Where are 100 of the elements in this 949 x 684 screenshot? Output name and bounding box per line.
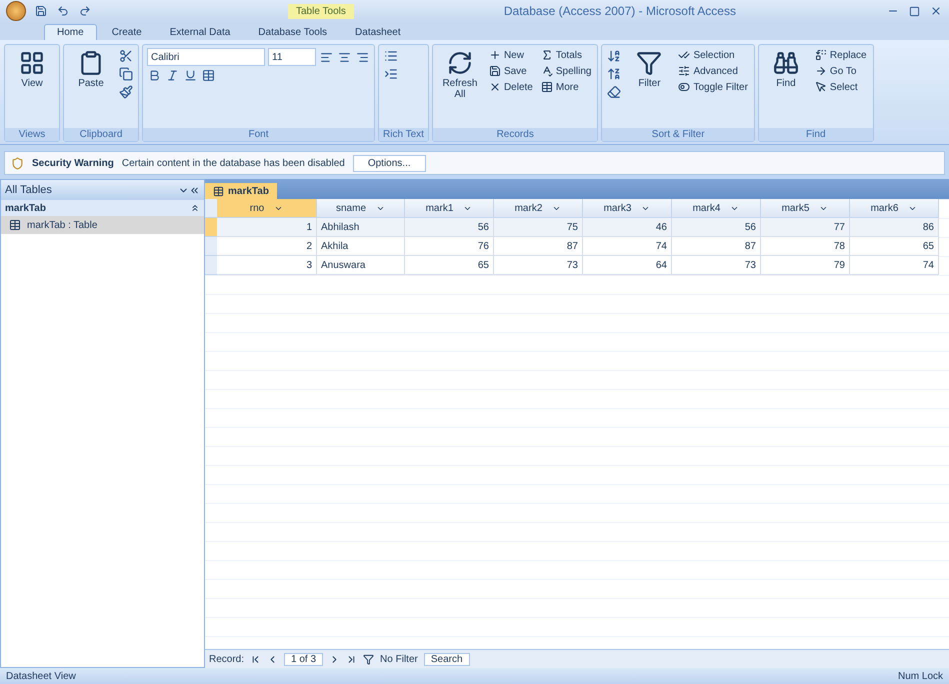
undo-button[interactable] [56, 4, 70, 18]
font-field[interactable]: Calibri [147, 48, 265, 66]
table-cell: 78 [761, 237, 850, 256]
table-cell: 73 [494, 256, 583, 275]
font-size-field[interactable]: 11 [268, 48, 316, 66]
collapse-icon[interactable] [190, 203, 200, 213]
ribbon-tab[interactable]: Create [98, 24, 155, 40]
group-label: Clipboard [64, 128, 138, 141]
group-label: Find [758, 128, 873, 141]
ribbon-button[interactable]: Paste [68, 48, 114, 91]
column-header[interactable]: mark5 [761, 199, 850, 218]
ribbon-button[interactable]: Go To [812, 64, 869, 78]
ribbon-button[interactable]: Advanced [676, 64, 750, 78]
warning-title: Security Warning [32, 158, 114, 168]
ribbon-button[interactable]: View [9, 48, 55, 91]
undo-icon [57, 5, 69, 17]
table-cell: 56 [405, 218, 494, 237]
eraser-icon [607, 85, 622, 99]
ribbon-tab[interactable]: External Data [156, 24, 244, 40]
redo-icon [79, 5, 91, 17]
table-cell: 76 [405, 237, 494, 256]
table-cell: 87 [672, 237, 761, 256]
table-cell: 2 [217, 237, 317, 256]
ribbon-tab[interactable]: Home [44, 24, 97, 40]
indent-icon [384, 67, 398, 81]
ribbon-button[interactable]: Spelling [538, 64, 594, 78]
sliders-icon [678, 65, 690, 77]
table-cell: Akhila [317, 237, 405, 256]
ribbon-button[interactable]: Toggle Filter [676, 80, 750, 94]
table-cell: Abhilash [317, 218, 405, 237]
eraser-button[interactable] [606, 84, 622, 100]
window-title: Database (Access 2007) - Microsoft Access [502, 4, 737, 18]
options-button[interactable]: Options... [352, 154, 426, 172]
redo-button[interactable] [78, 4, 92, 18]
group-label: Sort & Filter [602, 128, 754, 141]
first-record-icon[interactable] [250, 654, 262, 664]
column-header[interactable]: rno [217, 199, 317, 218]
italic-icon [166, 69, 179, 82]
record-position-field[interactable]: 1 of 3 [284, 652, 324, 666]
table-icon [213, 186, 224, 196]
group-header[interactable]: markTab [5, 202, 46, 214]
ribbon-button[interactable]: More [538, 80, 594, 94]
column-header[interactable]: mark4 [672, 199, 761, 218]
ribbon-button[interactable]: Select [812, 80, 869, 94]
refresh-icon [446, 50, 473, 76]
collapse-icon[interactable] [189, 184, 200, 196]
table-item[interactable]: markTab : Table [1, 216, 204, 234]
table-cell: 86 [850, 218, 939, 237]
ribbon-tab[interactable]: Database Tools [245, 24, 340, 40]
group-label: Font [143, 128, 374, 141]
filter-status[interactable]: No Filter [380, 654, 418, 664]
ribbon-tab[interactable]: Datasheet [342, 24, 414, 40]
copy-button[interactable] [118, 66, 134, 82]
ribbon-button[interactable]: Replace [812, 48, 869, 62]
column-header[interactable]: sname [317, 199, 405, 218]
italic-button[interactable] [165, 68, 180, 83]
pane-title[interactable]: All Tables [5, 184, 52, 196]
ribbon-button[interactable]: Filter [626, 48, 672, 91]
ribbon-button[interactable]: Delete [486, 80, 535, 94]
table-cell: 87 [494, 237, 583, 256]
table-cell: 1 [217, 218, 317, 237]
scissors-icon [119, 49, 133, 63]
scissors-button[interactable] [118, 48, 134, 64]
ribbon-button[interactable]: Refresh All [436, 48, 483, 102]
align-center-icon [338, 50, 351, 64]
office-button[interactable] [6, 1, 26, 21]
binoculars-icon [772, 50, 799, 76]
table-cell: 74 [850, 256, 939, 275]
paintbrush-button[interactable] [118, 84, 134, 100]
column-header[interactable]: mark3 [583, 199, 672, 218]
sort-ascending-icon [607, 49, 622, 63]
num-lock-indicator: Num Lock [898, 670, 943, 682]
save-icon [35, 5, 47, 17]
gridlines-button[interactable] [201, 68, 216, 83]
sort-descending-button[interactable] [606, 66, 622, 82]
ribbon-button[interactable]: New [486, 48, 535, 62]
filter-icon [636, 50, 662, 76]
toggle-icon [678, 81, 690, 93]
save-button[interactable] [34, 4, 48, 18]
underline-button[interactable] [183, 68, 198, 83]
table-icon [202, 69, 215, 82]
last-record-icon[interactable] [346, 654, 358, 664]
column-header[interactable]: mark2 [494, 199, 583, 218]
filter-icon [363, 654, 374, 664]
ribbon-button[interactable]: Totals [538, 48, 594, 62]
ribbon-button[interactable]: Selection [676, 48, 750, 62]
ribbon-button[interactable]: Save [486, 64, 535, 78]
pointer-icon [814, 81, 827, 93]
align-left-icon [320, 50, 333, 64]
ribbon-button[interactable]: Find [762, 48, 809, 91]
column-header[interactable]: mark6 [850, 199, 939, 218]
replace-icon [814, 49, 827, 61]
column-header[interactable]: mark1 [405, 199, 494, 218]
align-right-icon [356, 50, 369, 64]
sort-ascending-button[interactable] [606, 48, 622, 64]
maximize-button[interactable] [908, 4, 921, 18]
search-field[interactable]: Search [424, 652, 470, 666]
context-tab-label: Table Tools [288, 4, 354, 18]
document-tab[interactable]: markTab [205, 183, 277, 199]
plus-icon [488, 49, 501, 61]
